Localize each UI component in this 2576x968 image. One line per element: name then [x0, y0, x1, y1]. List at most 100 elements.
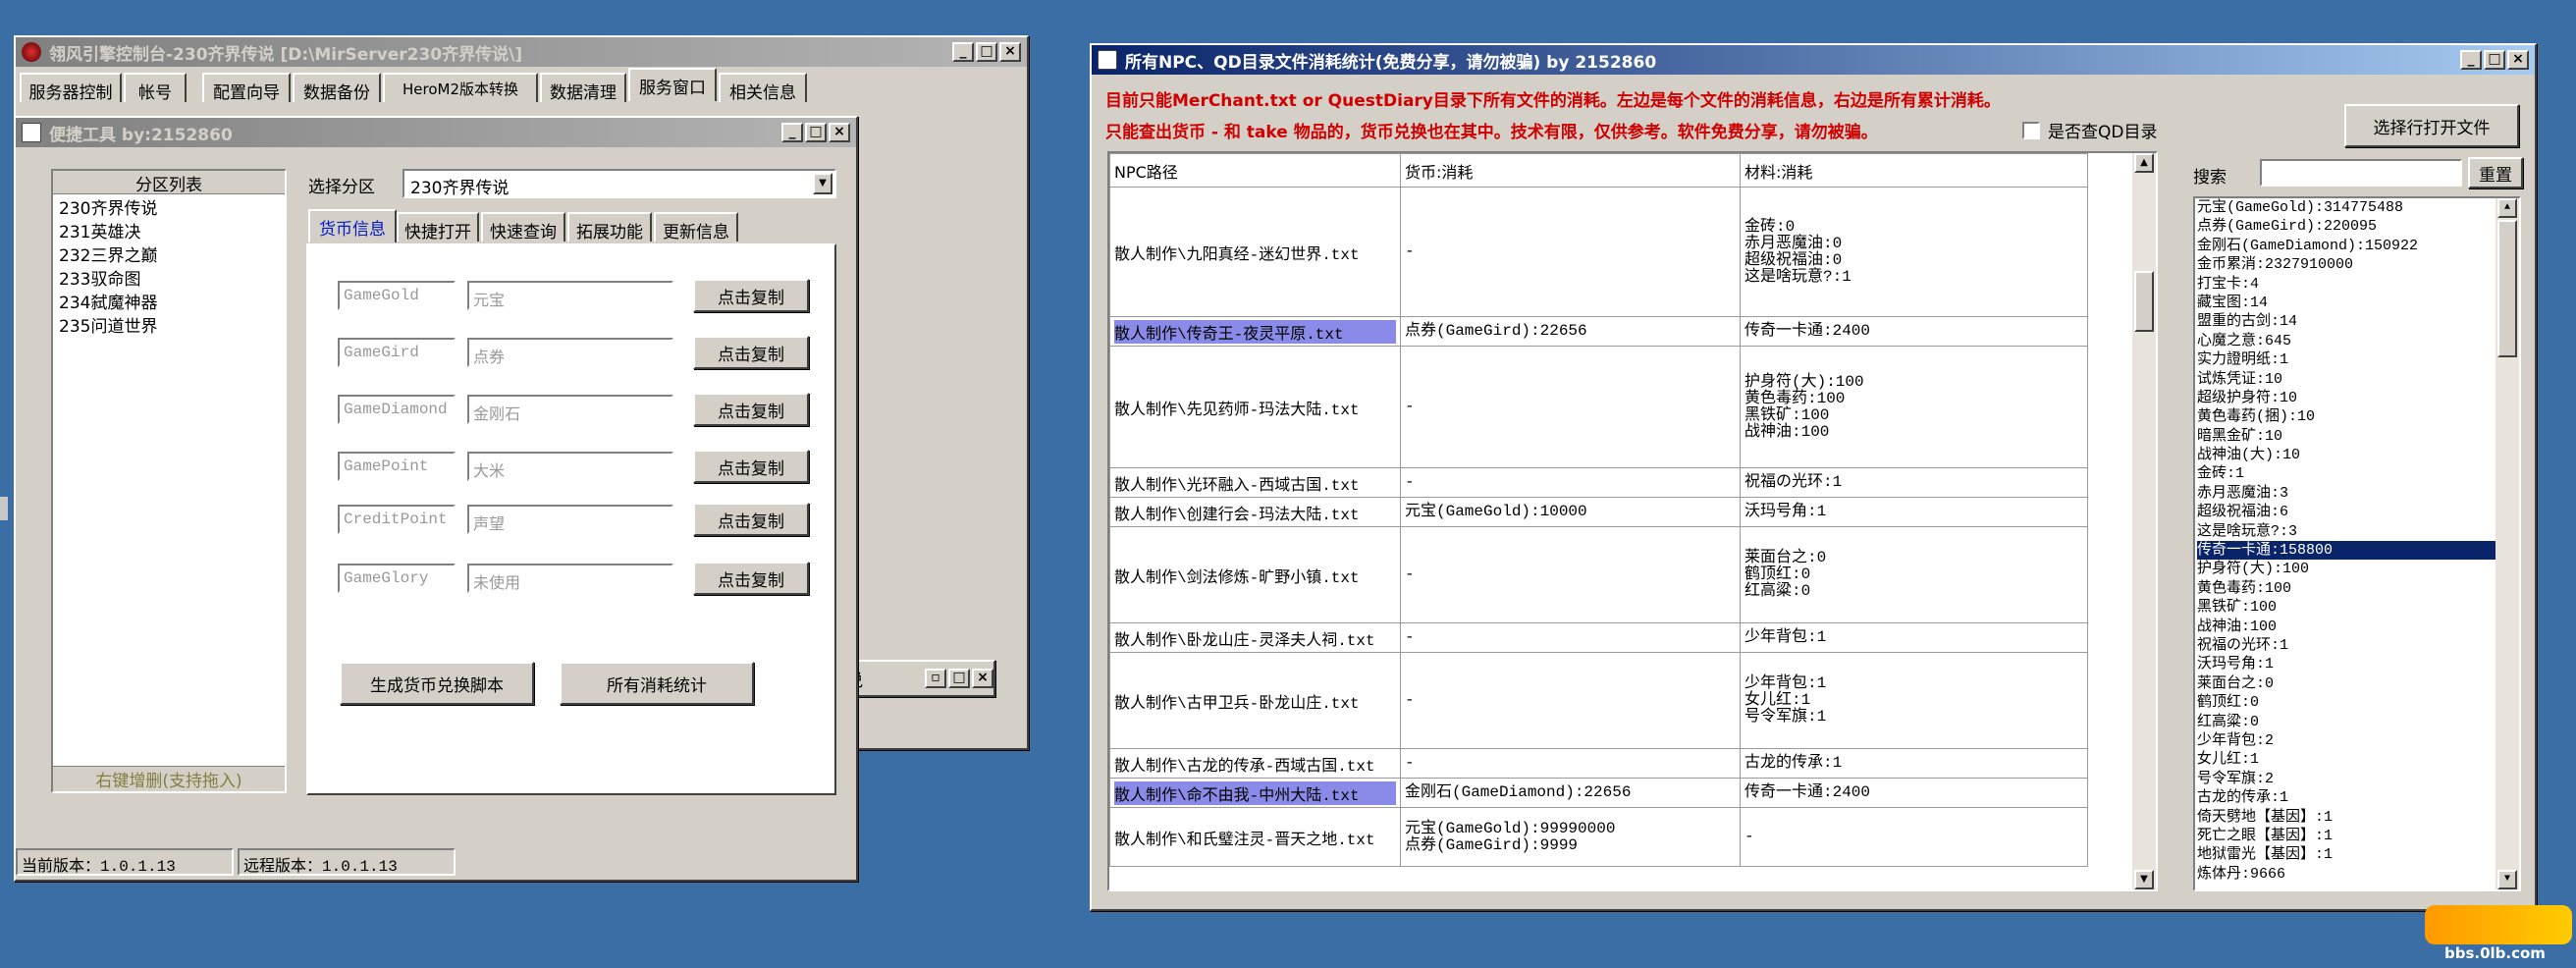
scroll-thumb[interactable] [2497, 220, 2517, 357]
currency-cell[interactable]: - [1400, 652, 1741, 749]
table-vertical-scrollbar[interactable]: ▲ ▼ [2132, 153, 2156, 889]
scroll-thumb[interactable] [2134, 271, 2154, 332]
currency-code-field[interactable]: GamePoint [338, 452, 456, 481]
totals-item[interactable]: 金砖:1 [2197, 464, 2519, 483]
table-row[interactable]: 散人制作\剑法修炼-旷野小镇.txt - 莱面台之:0 鹤顶红:0 红高粱:0 [1109, 526, 2088, 623]
currency-cell[interactable]: - [1400, 467, 1741, 498]
table-row[interactable]: 散人制作\古甲卫兵-卧龙山庄.txt - 少年背包:1 女儿红:1 号令军旗:1 [1109, 652, 2088, 749]
currency-name-field[interactable]: 未使用 [467, 564, 673, 593]
npc-path-cell[interactable]: 散人制作\剑法修炼-旷野小镇.txt [1109, 526, 1401, 623]
copy-button[interactable]: 点击复制 [693, 393, 809, 426]
maximize-icon[interactable]: □ [805, 123, 827, 142]
all-consumption-stats-button[interactable]: 所有消耗统计 [560, 662, 754, 705]
currency-name-field[interactable]: 点券 [467, 338, 673, 367]
totals-item[interactable]: 战神油(大):10 [2197, 446, 2519, 464]
minimize-icon[interactable]: _ [952, 42, 974, 62]
material-cell[interactable]: - [1740, 807, 2088, 867]
material-cell[interactable]: 古龙的传承:1 [1740, 748, 2088, 779]
npc-path-cell[interactable]: 散人制作\古龙的传承-西域古国.txt [1109, 748, 1401, 779]
partition-item[interactable]: 235问道世界 [53, 312, 285, 337]
generate-exchange-script-button[interactable]: 生成货币兑换脚本 [340, 662, 534, 705]
minimize-icon[interactable]: _ [2460, 50, 2482, 70]
currency-code-field[interactable]: GameGold [338, 281, 456, 310]
close-icon[interactable]: × [829, 123, 850, 142]
totals-item[interactable]: 地狱雷光【基因】:1 [2197, 845, 2519, 864]
totals-item[interactable]: 传奇一卡通:158800 [2197, 541, 2519, 561]
totals-item[interactable]: 试炼凭证:10 [2197, 370, 2519, 389]
copy-button[interactable]: 点击复制 [693, 562, 809, 595]
table-row[interactable]: 散人制作\古龙的传承-西域古国.txt - 古龙的传承:1 [1109, 748, 2088, 779]
partition-item[interactable]: 231英雄决 [53, 218, 285, 242]
currency-cell[interactable]: 点券(GameGird):22656 [1400, 316, 1741, 347]
totals-item[interactable]: 少年背包:2 [2197, 731, 2519, 750]
currency-cell[interactable]: - [1400, 748, 1741, 779]
menu-server-control[interactable]: 服务器控制 [20, 73, 122, 103]
currency-cell[interactable]: 元宝(GameGold):10000 [1400, 497, 1741, 527]
totals-item[interactable]: 元宝(GameGold):314775488 [2197, 198, 2519, 217]
totals-item[interactable]: 实力證明纸:1 [2197, 350, 2519, 369]
totals-item[interactable]: 黄色毒药:100 [2197, 579, 2519, 598]
material-cell[interactable]: 沃玛号角:1 [1740, 497, 2088, 527]
table-row[interactable]: 散人制作\创建行会-玛法大陆.txt 元宝(GameGold):10000 沃玛号角… [1109, 497, 2088, 527]
menu-herom2-convert[interactable]: HeroM2版本转换 [383, 73, 538, 102]
column-header-npc-path[interactable]: NPC路径 [1109, 153, 1401, 188]
table-row[interactable]: 散人制作\九阳真经-迷幻世界.txt - 金砖:0 赤月恶魔油:0 超级祝福油:0 这是啥… [1109, 187, 2088, 317]
currency-code-field[interactable]: CreditPoint [338, 505, 456, 534]
material-cell[interactable]: 少年背包:1 女儿红:1 号令军旗:1 [1740, 652, 2088, 749]
currency-code-field[interactable]: GameGlory [338, 564, 456, 593]
totals-item[interactable]: 金刚石(GameDiamond):150922 [2197, 237, 2519, 255]
npc-path-cell[interactable]: 散人制作\和氏璧注灵-晋天之地.txt [1109, 807, 1401, 867]
table-row[interactable]: 散人制作\卧龙山庄-灵泽夫人祠.txt - 少年背包:1 [1109, 622, 2088, 653]
maximize-icon[interactable]: □ [948, 669, 970, 688]
currency-name-field[interactable]: 声望 [467, 505, 673, 534]
currency-name-field[interactable]: 大米 [467, 452, 673, 481]
material-cell[interactable]: 护身符(大):100 黄色毒药:100 黑铁矿:100 战神油:100 [1740, 346, 2088, 468]
totals-item[interactable]: 古龙的传承:1 [2197, 788, 2519, 807]
restore-icon[interactable]: ▫ [925, 669, 946, 688]
material-cell[interactable]: 莱面台之:0 鹤顶红:0 红高粱:0 [1740, 526, 2088, 623]
tool-titlebar[interactable]: 便捷工具 by:2152860 _ □ × [16, 118, 856, 147]
currency-code-field[interactable]: GameGird [338, 338, 456, 367]
scroll-down-icon[interactable]: ▼ [2134, 870, 2154, 889]
checkbox-icon[interactable] [2022, 121, 2040, 139]
maximize-icon[interactable]: □ [976, 42, 997, 62]
minimize-icon[interactable]: _ [781, 123, 803, 142]
totals-item[interactable]: 护身符(大):100 [2197, 560, 2519, 578]
material-cell[interactable]: 传奇一卡通:2400 [1740, 316, 2088, 347]
table-row[interactable]: 散人制作\传奇王-夜灵平原.txt 点券(GameGird):22656 传奇一卡通… [1109, 316, 2088, 347]
partition-item[interactable]: 233驭命图 [53, 265, 285, 290]
totals-item[interactable]: 红高粱:0 [2197, 713, 2519, 731]
tab-quick-query[interactable]: 快速查询 [481, 212, 565, 242]
totals-item[interactable]: 藏宝图:14 [2197, 294, 2519, 312]
npc-path-cell[interactable]: 散人制作\传奇王-夜灵平原.txt [1109, 316, 1401, 347]
tab-currency-info[interactable]: 货币信息 [308, 209, 397, 242]
totals-item[interactable]: 号令军旗:2 [2197, 770, 2519, 788]
partition-item[interactable]: 234弑魔神器 [53, 289, 285, 313]
totals-item[interactable]: 暗黑金矿:10 [2197, 427, 2519, 446]
currency-name-field[interactable]: 元宝 [467, 281, 673, 310]
partition-list[interactable]: 分区列表 230齐界传说 231英雄决 232三界之巅 233驭命图 234弑魔… [51, 169, 287, 793]
currency-cell[interactable]: 元宝(GameGold):99990000 点券(GameGird):9999 [1400, 807, 1741, 867]
open-selected-file-button[interactable]: 选择行打开文件 [2344, 104, 2519, 147]
npc-path-cell[interactable]: 散人制作\命不由我-中州大陆.txt [1109, 778, 1401, 808]
npc-path-cell[interactable]: 散人制作\卧龙山庄-灵泽夫人祠.txt [1109, 622, 1401, 653]
totals-item[interactable]: 鹤顶红:0 [2197, 693, 2519, 712]
table-row[interactable]: 散人制作\光环融入-西域古国.txt - 祝福の光环:1 [1109, 467, 2088, 498]
totals-item[interactable]: 点券(GameGird):220095 [2197, 217, 2519, 236]
material-cell[interactable]: 金砖:0 赤月恶魔油:0 超级祝福油:0 这是啥玩意?:1 [1740, 187, 2088, 317]
console-titlebar[interactable]: 翎风引擎控制台-230齐界传说 [D:\MirServer230齐界传说\] _… [16, 37, 1027, 67]
totals-item[interactable]: 赤月恶魔油:3 [2197, 484, 2519, 503]
maximize-icon[interactable]: □ [2484, 50, 2505, 70]
totals-item[interactable]: 心魔之意:645 [2197, 332, 2519, 350]
npc-consumption-table[interactable]: NPC路径 货币:消耗 材料:消耗 散人制作\九阳真经-迷幻世界.txt - 金砖:… [1107, 151, 2158, 891]
menu-data-backup[interactable]: 数据备份 [293, 73, 381, 103]
totals-item[interactable]: 死亡之眼【基因】:1 [2197, 827, 2519, 845]
totals-vertical-scrollbar[interactable]: ▲ ▼ [2496, 198, 2519, 889]
totals-item[interactable]: 女儿红:1 [2197, 750, 2519, 769]
scroll-down-icon[interactable]: ▼ [2497, 870, 2517, 889]
totals-item[interactable]: 祝福の光环:1 [2197, 636, 2519, 655]
table-row[interactable]: 散人制作\先见药师-玛法大陆.txt - 护身符(大):100 黄色毒药:100 黑铁矿… [1109, 346, 2088, 468]
totals-item[interactable]: 炼体丹:9666 [2197, 865, 2519, 884]
currency-name-field[interactable]: 金刚石 [467, 395, 673, 424]
npc-path-cell[interactable]: 散人制作\光环融入-西域古国.txt [1109, 467, 1401, 498]
